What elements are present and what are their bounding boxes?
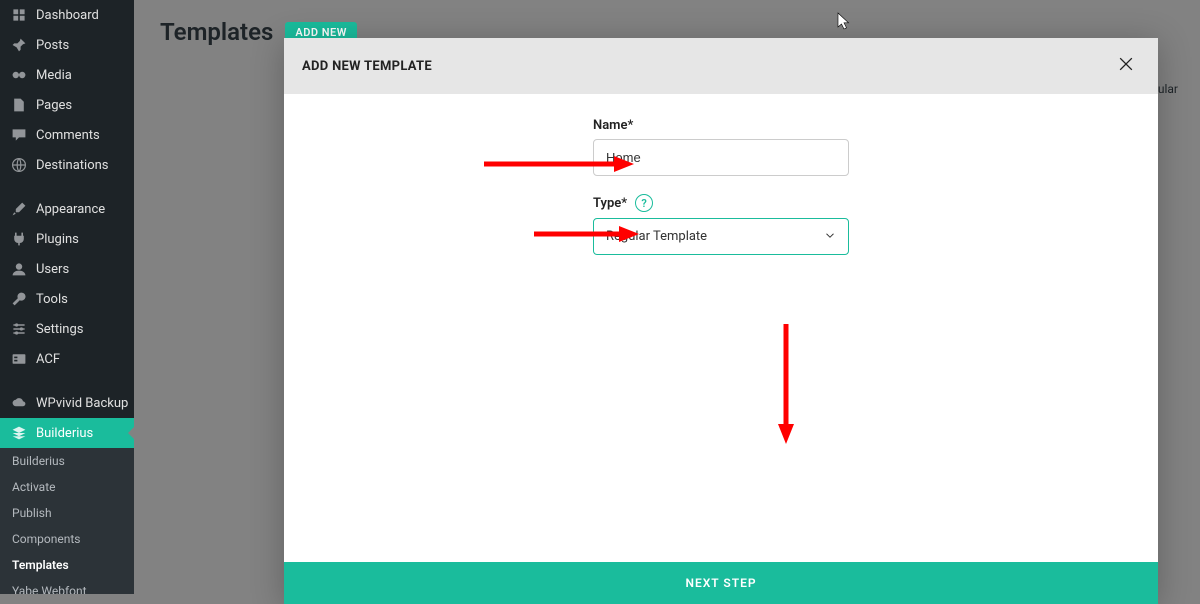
- submenu-item-activate[interactable]: Activate: [0, 474, 134, 500]
- truncated-text: ular: [1158, 82, 1178, 96]
- sidebar-item-label: Comments: [36, 128, 100, 143]
- annotation-arrow-next: [776, 324, 796, 444]
- page-icon: [10, 96, 28, 114]
- sidebar-item-label: Media: [36, 68, 72, 83]
- comment-icon: [10, 126, 28, 144]
- wrench-icon: [10, 290, 28, 308]
- submenu-item-components[interactable]: Components: [0, 526, 134, 552]
- sidebar-item-label: Builderius: [36, 426, 93, 441]
- sliders-icon: [10, 320, 28, 338]
- sidebar-item-label: Posts: [36, 38, 69, 53]
- sidebar-item-appearance[interactable]: Appearance: [0, 194, 134, 224]
- sidebar-item-destinations[interactable]: Destinations: [0, 150, 134, 180]
- next-step-button[interactable]: NEXT STEP: [284, 562, 1158, 604]
- user-icon: [10, 260, 28, 278]
- sidebar-item-label: Dashboard: [36, 8, 99, 23]
- sidebar-item-label: Settings: [36, 322, 83, 337]
- wp-admin-sidebar: Dashboard Posts Media Pages Comments Destinat…: [0, 0, 134, 594]
- brush-icon: [10, 200, 28, 218]
- sidebar-item-posts[interactable]: Posts: [0, 30, 134, 60]
- sidebar-item-acf[interactable]: ACF: [0, 344, 134, 374]
- sidebar-item-label: Tools: [36, 292, 68, 307]
- sidebar-item-pages[interactable]: Pages: [0, 90, 134, 120]
- modal-header: ADD NEW TEMPLATE: [284, 38, 1158, 94]
- sidebar-item-users[interactable]: Users: [0, 254, 134, 284]
- sidebar-item-media[interactable]: Media: [0, 60, 134, 90]
- sidebar-item-settings[interactable]: Settings: [0, 314, 134, 344]
- submenu-item-yabe-webfont[interactable]: Yabe Webfont: [0, 578, 134, 594]
- sidebar-item-label: Pages: [36, 98, 72, 113]
- name-label: Name*: [593, 118, 849, 133]
- type-label: Type* ?: [593, 194, 849, 212]
- type-select[interactable]: Regular Template: [593, 218, 849, 255]
- sidebar-item-label: Users: [36, 262, 69, 277]
- help-icon[interactable]: ?: [635, 194, 653, 212]
- acf-icon: [10, 350, 28, 368]
- sidebar-item-plugins[interactable]: Plugins: [0, 224, 134, 254]
- main-area: Templates ADD NEW ular ADD NEW TEMPLATE …: [134, 0, 1200, 594]
- sidebar-item-label: WPvivid Backup: [36, 396, 128, 411]
- modal-title: ADD NEW TEMPLATE: [302, 59, 432, 74]
- dashboard-icon: [10, 6, 28, 24]
- globe-icon: [10, 156, 28, 174]
- sidebar-item-label: ACF: [36, 352, 60, 367]
- sidebar-item-builderius[interactable]: Builderius: [0, 418, 134, 448]
- sidebar-item-comments[interactable]: Comments: [0, 120, 134, 150]
- page-title: Templates: [160, 18, 273, 46]
- submenu-item-builderius[interactable]: Builderius: [0, 448, 134, 474]
- builderius-submenu: BuilderiusActivatePublishComponentsTempl…: [0, 448, 134, 594]
- submenu-item-templates[interactable]: Templates: [0, 552, 134, 578]
- layers-icon: [10, 424, 28, 442]
- sidebar-item-dashboard[interactable]: Dashboard: [0, 0, 134, 30]
- cloud-icon: [10, 394, 28, 412]
- pin-icon: [10, 36, 28, 54]
- sidebar-item-label: Appearance: [36, 202, 105, 217]
- sidebar-item-tools[interactable]: Tools: [0, 284, 134, 314]
- sidebar-item-label: Plugins: [36, 232, 79, 247]
- plug-icon: [10, 230, 28, 248]
- sidebar-item-label: Destinations: [36, 158, 109, 173]
- media-icon: [10, 66, 28, 84]
- submenu-item-publish[interactable]: Publish: [0, 500, 134, 526]
- close-icon[interactable]: [1112, 50, 1140, 82]
- modal-body: Name* Type* ? Regular Template: [284, 94, 1158, 562]
- add-template-modal: ADD NEW TEMPLATE Name* Type* ? Regular T…: [284, 38, 1158, 604]
- name-input[interactable]: [593, 139, 849, 176]
- sidebar-item-wpvivid-backup[interactable]: WPvivid Backup: [0, 388, 134, 418]
- type-label-text: Type*: [593, 196, 627, 211]
